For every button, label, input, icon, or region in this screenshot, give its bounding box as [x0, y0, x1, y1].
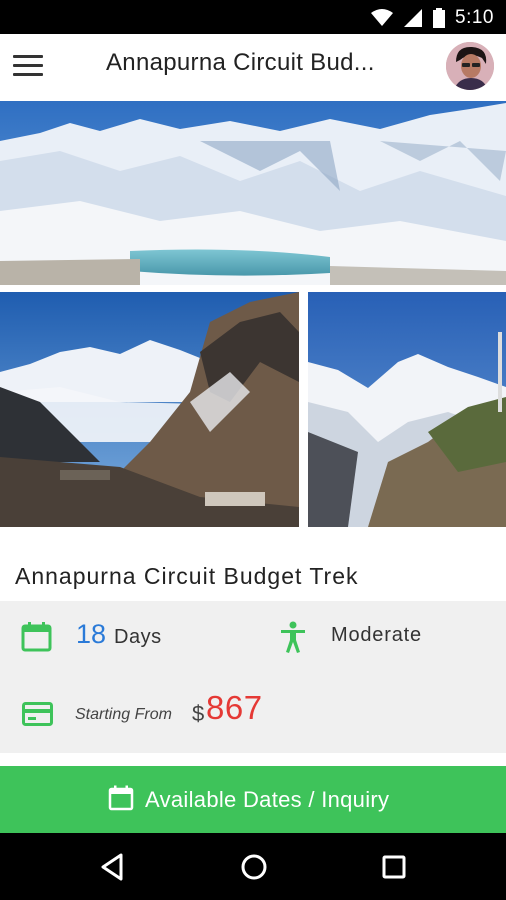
wifi-icon	[371, 9, 394, 26]
trek-title: Annapurna Circuit Budget Trek	[15, 563, 359, 589]
signal-icon	[404, 9, 423, 27]
recents-icon[interactable]	[374, 847, 414, 887]
user-avatar[interactable]	[446, 42, 494, 90]
battery-icon	[433, 8, 446, 28]
app-bar: Annapurna Circuit Bud...	[0, 34, 506, 101]
status-time: 5:10	[455, 7, 494, 28]
mountain-lake-photo[interactable]	[0, 101, 506, 285]
duration-value: 18	[76, 619, 107, 649]
page-title: Annapurna Circuit Bud...	[106, 49, 375, 76]
duration-unit: Days	[114, 626, 162, 648]
price-currency: $	[192, 701, 205, 726]
status-bar: 5:10	[0, 0, 506, 34]
mountain-valley-photo[interactable]	[0, 292, 299, 527]
snowy-peak-photo[interactable]	[308, 292, 506, 527]
difficulty-level: Moderate	[331, 624, 422, 646]
trek-info-panel: 18 Days Moderate Starting From $ 867	[0, 601, 506, 753]
system-nav-bar	[0, 833, 506, 900]
hamburger-menu-icon[interactable]	[13, 54, 43, 78]
person-icon	[281, 621, 305, 653]
available-dates-inquiry-label: Available Dates / Inquiry	[145, 787, 390, 812]
home-icon[interactable]	[234, 847, 274, 887]
calendar-icon	[21, 622, 52, 652]
starting-from-label: Starting From	[75, 706, 172, 723]
status-icons: 5:10	[371, 7, 494, 29]
back-icon[interactable]	[93, 847, 133, 887]
available-dates-inquiry-button[interactable]: Available Dates / Inquiry	[0, 766, 506, 833]
credit-card-icon	[22, 702, 53, 726]
calendar-icon	[108, 785, 134, 811]
price-value: 867	[206, 689, 263, 726]
